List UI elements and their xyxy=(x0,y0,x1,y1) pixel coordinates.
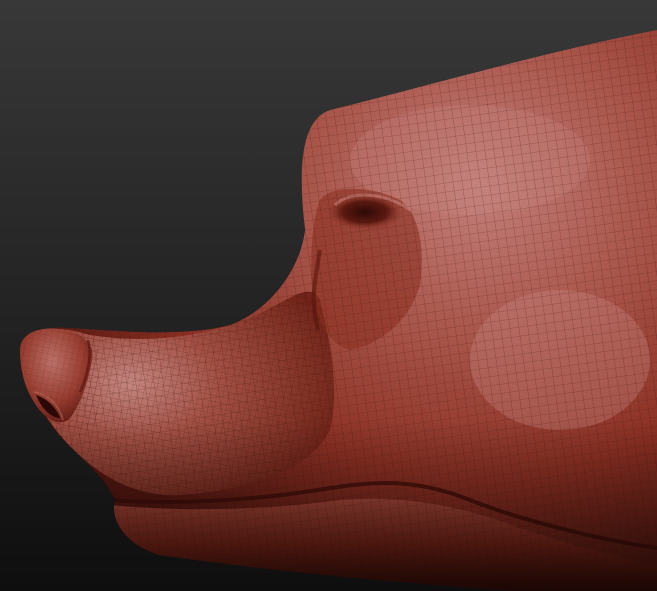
sculpt-render xyxy=(0,0,657,591)
sculpt-viewport[interactable] xyxy=(0,0,657,591)
